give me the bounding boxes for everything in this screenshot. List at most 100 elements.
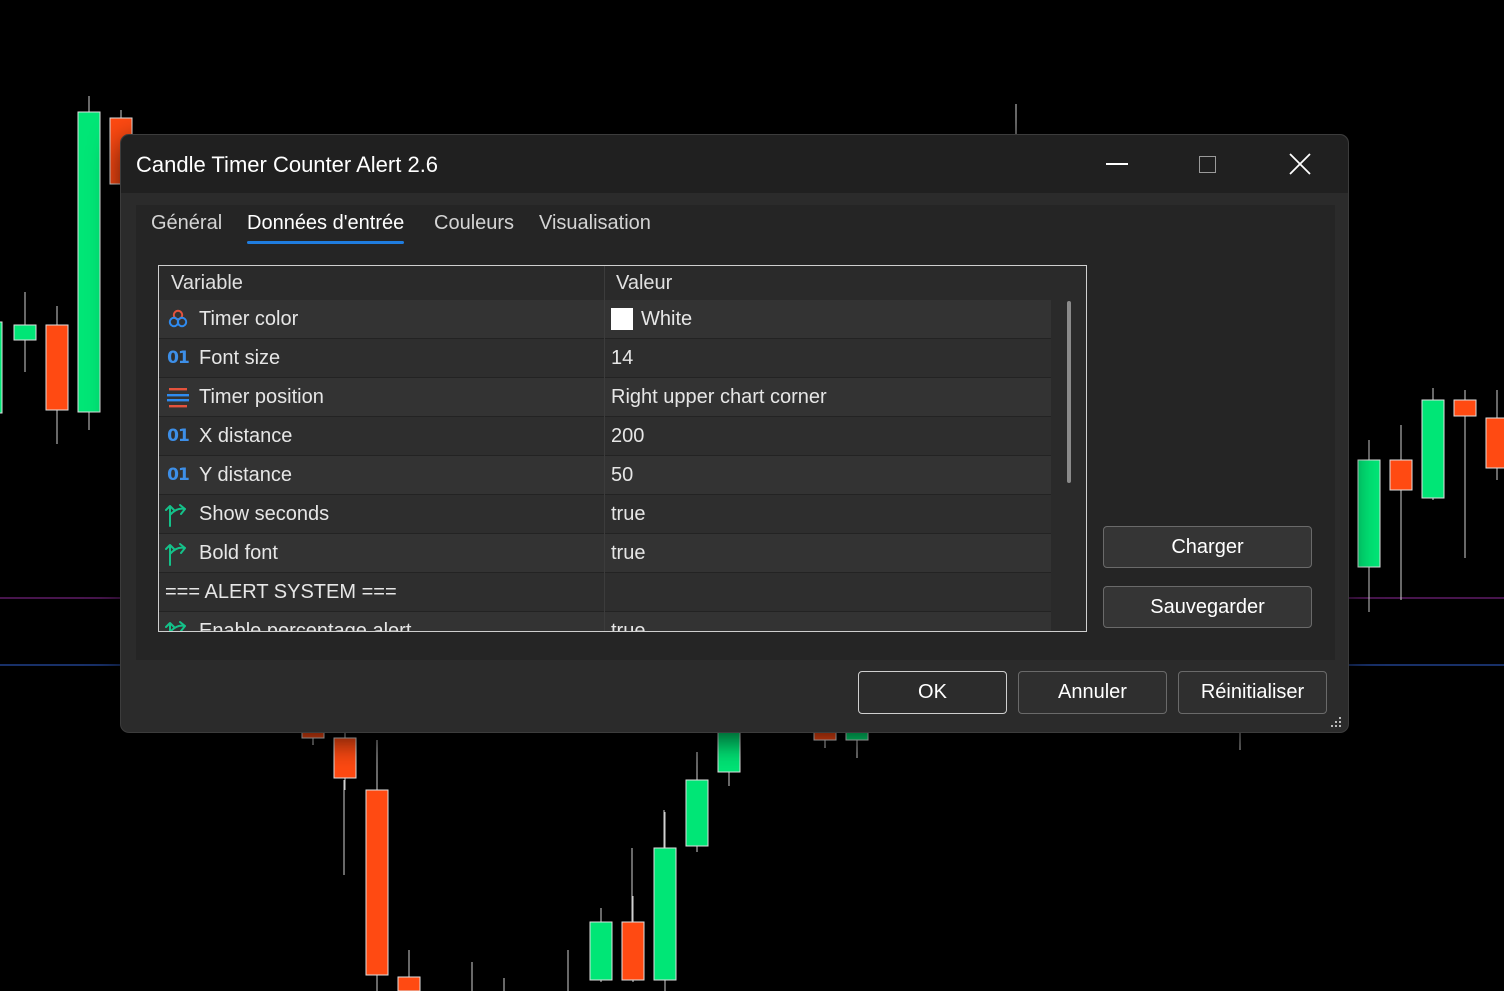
variable-cell[interactable]: 01 Y distance [159, 456, 604, 494]
variable-name: X distance [199, 424, 293, 447]
value-cell[interactable] [605, 573, 1051, 611]
value-cell[interactable]: White [605, 300, 1051, 338]
table-row[interactable]: 01 Y distance 50 [159, 456, 1051, 495]
value-cell[interactable]: 200 [605, 417, 1051, 455]
bearish-candle [1389, 459, 1413, 491]
grid-rows: Timer color White 01 Font size 14 Timer posit… [159, 300, 1051, 632]
number-icon: 01 [167, 348, 190, 368]
tab-inputs[interactable]: Données d'entrée [247, 211, 405, 244]
boolean-icon [165, 540, 191, 566]
minimize-icon [1106, 163, 1128, 165]
value-text: White [641, 307, 693, 330]
scrollbar-thumb[interactable] [1067, 301, 1071, 483]
bullish-candle [653, 847, 677, 981]
variable-cell[interactable]: Timer position [159, 378, 604, 416]
vertical-scrollbar[interactable] [1051, 266, 1086, 631]
variable-cell[interactable]: Enable percentage alert [159, 612, 604, 632]
table-row[interactable]: Enable percentage alert true [159, 612, 1051, 632]
inputs-grid: Variable Valeur Timer color White 01 Font s… [158, 265, 1087, 632]
maximize-button[interactable] [1161, 135, 1253, 193]
number-icon: 01 [167, 426, 190, 446]
bearish-candle [813, 731, 837, 741]
color-icon [165, 306, 191, 332]
load-button[interactable]: Charger [1103, 526, 1312, 568]
table-row[interactable]: 01 Font size 14 [159, 339, 1051, 378]
bullish-candle [1357, 459, 1381, 568]
bullish-candle [589, 921, 613, 981]
value-text: true [611, 541, 646, 564]
title-bar[interactable]: Candle Timer Counter Alert 2.6 [121, 135, 1348, 193]
variable-cell[interactable]: 01 X distance [159, 417, 604, 455]
cancel-button[interactable]: Annuler [1018, 671, 1167, 714]
value-text: 200 [611, 424, 645, 447]
bullish-candle [685, 779, 709, 847]
bullish-candle [1421, 399, 1445, 499]
value-text: Right upper chart corner [611, 385, 827, 408]
close-icon [1289, 153, 1311, 175]
bearish-candle [621, 921, 645, 981]
active-tab-indicator [247, 241, 405, 244]
close-button[interactable] [1254, 135, 1346, 193]
tab-colors[interactable]: Couleurs [434, 211, 514, 235]
save-button[interactable]: Sauvegarder [1103, 586, 1312, 628]
value-text: 14 [611, 346, 634, 369]
variable-name: Timer color [199, 307, 299, 330]
boolean-icon [165, 618, 191, 631]
reset-button[interactable]: Réinitialiser [1178, 671, 1327, 714]
column-header-value[interactable]: Valeur [604, 266, 1056, 300]
value-cell[interactable]: 50 [605, 456, 1051, 494]
column-header-variable[interactable]: Variable [159, 266, 604, 300]
list-icon [165, 384, 191, 410]
tab-general[interactable]: Général [151, 211, 222, 235]
resize-grip-icon[interactable] [1327, 713, 1343, 729]
variable-cell[interactable]: Bold font [159, 534, 604, 572]
bullish-candle [845, 731, 869, 741]
table-row[interactable]: Bold font true [159, 534, 1051, 573]
variable-name: Bold font [199, 541, 278, 564]
value-cell[interactable]: Right upper chart corner [605, 378, 1051, 416]
window-title: Candle Timer Counter Alert 2.6 [136, 152, 439, 177]
bearish-candle [333, 737, 357, 779]
indicator-settings-dialog: Candle Timer Counter Alert 2.6 Général D… [120, 134, 1349, 733]
value-cell[interactable]: true [605, 534, 1051, 572]
bearish-candle [1453, 399, 1477, 417]
bearish-candle [45, 324, 69, 411]
bullish-candle [77, 111, 101, 413]
table-row[interactable]: Show seconds true [159, 495, 1051, 534]
ok-button[interactable]: OK [858, 671, 1007, 714]
table-row[interactable]: === ALERT SYSTEM === [159, 573, 1051, 612]
bearish-candle [1485, 417, 1504, 469]
table-row[interactable]: 01 X distance 200 [159, 417, 1051, 456]
variable-name: Y distance [199, 463, 293, 486]
variable-cell[interactable]: Timer color [159, 300, 604, 338]
variable-cell[interactable]: 01 Font size [159, 339, 604, 377]
grid-header: Variable Valeur [159, 266, 1051, 300]
maximize-icon [1198, 155, 1216, 173]
variable-name: Font size [199, 346, 281, 369]
bearish-candle [365, 789, 389, 976]
variable-name: Show seconds [199, 502, 330, 525]
variable-cell[interactable]: Show seconds [159, 495, 604, 533]
variable-name: === ALERT SYSTEM === [165, 580, 397, 603]
variable-name: Timer position [199, 385, 324, 408]
bullish-candle [13, 324, 37, 341]
minimize-button[interactable] [1071, 135, 1163, 193]
value-text: 50 [611, 463, 634, 486]
table-row[interactable]: Timer position Right upper chart corner [159, 378, 1051, 417]
number-icon: 01 [167, 465, 190, 485]
column-divider[interactable] [604, 266, 605, 631]
color-swatch[interactable] [611, 308, 633, 330]
value-text: true [611, 619, 646, 632]
variable-cell[interactable]: === ALERT SYSTEM === [159, 573, 604, 611]
value-cell[interactable]: true [605, 612, 1051, 632]
value-cell[interactable]: true [605, 495, 1051, 533]
tab-inputs-label: Données d'entrée [247, 212, 405, 234]
variable-name: Enable percentage alert [199, 619, 412, 632]
tab-visualization[interactable]: Visualisation [539, 211, 651, 235]
bearish-candle [0, 321, 3, 414]
value-cell[interactable]: 14 [605, 339, 1051, 377]
boolean-icon [165, 501, 191, 527]
table-row[interactable]: Timer color White [159, 300, 1051, 339]
bearish-candle [397, 976, 421, 991]
bullish-candle [717, 731, 741, 773]
